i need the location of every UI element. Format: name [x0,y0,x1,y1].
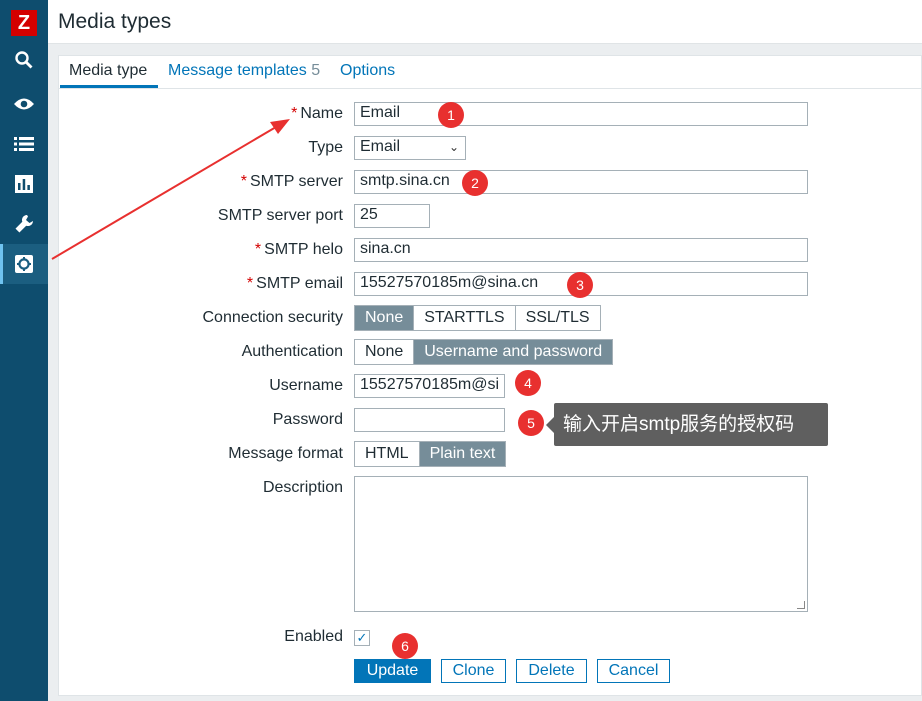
list-icon[interactable] [0,124,48,164]
description-textarea[interactable] [354,476,808,612]
name-input[interactable]: Email [354,102,808,126]
authentication-segmented: None Username and password [354,339,614,365]
auth-username-password[interactable]: Username and password [414,340,613,364]
enabled-label: Enabled [284,628,343,645]
smtp-port-label: SMTP server port [217,207,343,224]
active-tab-indicator [60,85,158,88]
password-label: Password [272,411,343,428]
annotation-badge-1: 1 [438,102,464,128]
type-select[interactable]: Email ⌄ [354,136,466,160]
smtp-email-label: * SMTP email [246,275,343,292]
auth-none[interactable]: None [355,340,415,364]
update-button[interactable]: Update [354,659,431,683]
message-format-segmented: HTML Plain text [354,441,507,467]
type-select-value: Email [360,138,401,155]
page-header: Media types [48,0,922,44]
conn-security-ssl-tls[interactable]: SSL/TLS [515,306,600,330]
bar-chart-icon[interactable] [0,164,48,204]
authentication-label: Authentication [241,343,343,360]
clone-button[interactable]: Clone [441,659,506,683]
type-label: Type [308,139,343,156]
password-input[interactable] [354,408,505,432]
message-format-plain-text[interactable]: Plain text [419,442,506,466]
gear-icon[interactable] [0,244,48,284]
tab-options[interactable]: Options [340,62,395,80]
username-label: Username [269,377,343,394]
annotation-badge-6: 6 [392,633,418,659]
resize-handle[interactable] [797,601,805,609]
annotation-badge-2: 2 [462,170,488,196]
enabled-checkbox[interactable]: ✓ [354,630,370,646]
cancel-button[interactable]: Cancel [597,659,670,683]
smtp-helo-input[interactable]: sina.cn [354,238,808,262]
sidebar: Z [0,0,48,701]
smtp-server-input[interactable]: smtp.sina.cn [354,170,808,194]
annotation-badge-5: 5 [518,410,544,436]
name-label: * Name [291,105,343,122]
smtp-server-label: * SMTP server [240,173,343,190]
tab-count: 5 [311,62,321,79]
description-label: Description [262,479,343,496]
smtp-port-input[interactable]: 25 [354,204,430,228]
annotation-badge-3: 3 [567,272,593,298]
eye-icon[interactable] [0,84,48,124]
message-format-label: Message format [228,445,343,462]
chevron-down-icon: ⌄ [448,140,459,154]
tab-message-templates[interactable]: Message templates 5 [168,62,320,80]
tab-bar: Media type Message templates 5 Options [59,56,921,89]
zabbix-logo[interactable]: Z [11,10,37,36]
wrench-icon[interactable] [0,204,48,244]
annotation-badge-4: 4 [515,370,541,396]
annotation-tooltip: 输入开启smtp服务的授权码 [546,403,828,446]
username-input[interactable]: 15527570185m@si [354,374,505,398]
conn-security-none[interactable]: None [355,306,415,330]
search-icon[interactable] [0,40,48,80]
page-title: Media types [58,10,172,33]
smtp-helo-label: * SMTP helo [254,241,343,258]
tab-label: Message templates [168,62,307,79]
connection-security-label: Connection security [202,309,343,326]
conn-security-starttls[interactable]: STARTTLS [414,306,516,330]
message-format-html[interactable]: HTML [355,442,420,466]
connection-security-segmented: None STARTTLS SSL/TLS [354,305,601,331]
media-type-form: Media type Message templates 5 Options *… [58,55,922,696]
delete-button[interactable]: Delete [516,659,587,683]
tab-media-type[interactable]: Media type [69,62,147,80]
